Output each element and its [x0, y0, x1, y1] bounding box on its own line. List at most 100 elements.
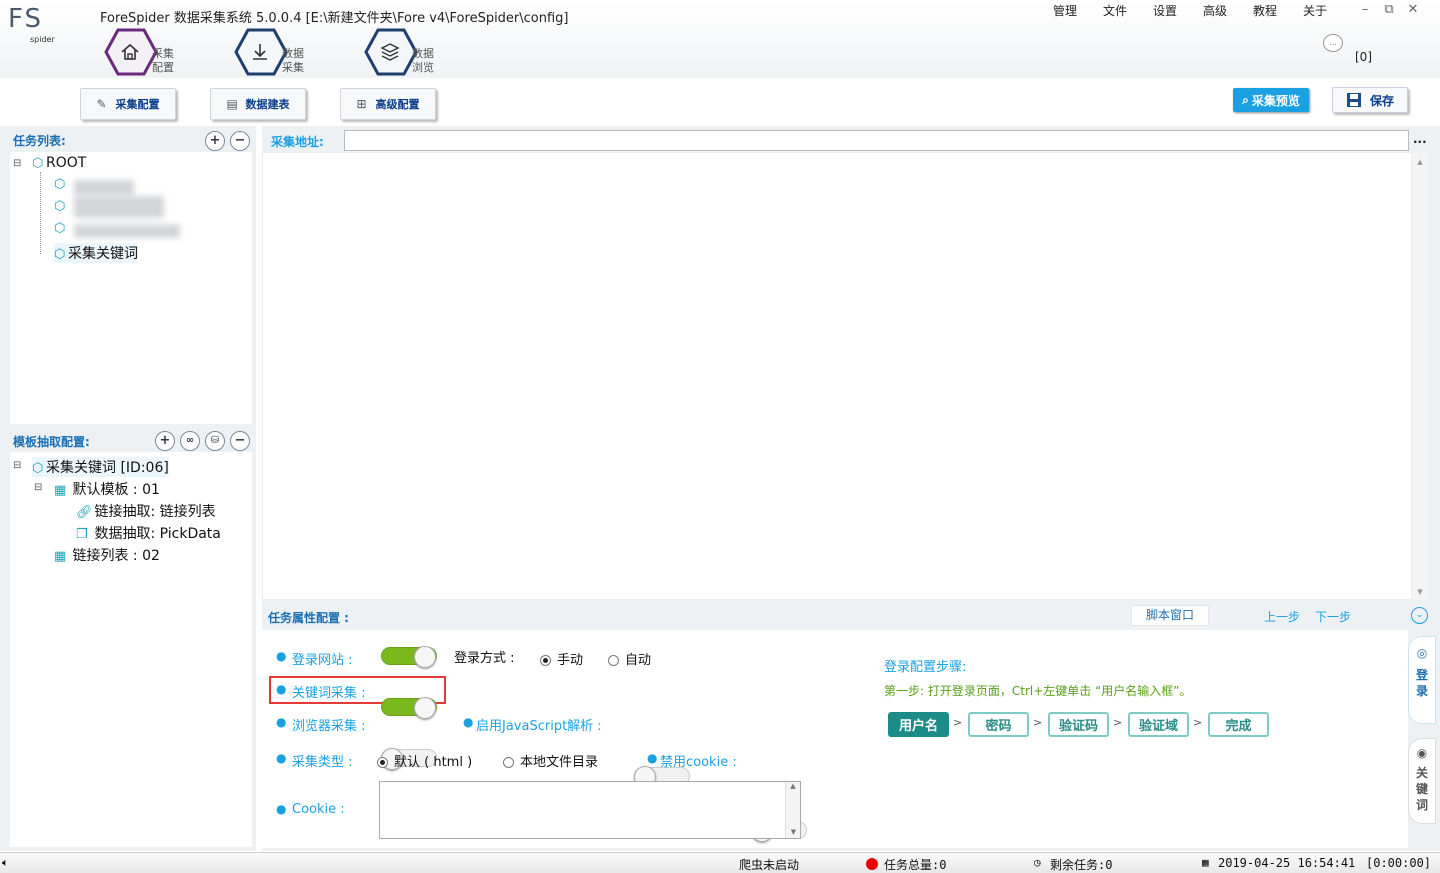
chevron-right-icon: > [1113, 716, 1123, 729]
tree-line [40, 172, 41, 254]
nav-collect-config[interactable] [104, 28, 158, 76]
next-step-link[interactable]: 下一步 [1315, 608, 1351, 625]
radio-manual[interactable]: 手动 [540, 649, 583, 668]
keyword-collect-toggle[interactable] [381, 697, 437, 719]
disable-cookie-label: 禁用cookie : [660, 755, 737, 770]
side-tab-keyword[interactable]: ◉ 关键词 [1408, 738, 1436, 824]
save-button[interactable]: 保存 [1332, 87, 1408, 113]
radio-dot [377, 757, 388, 768]
user-circle-icon: ◎ [1416, 646, 1428, 660]
save-icon [1346, 93, 1361, 107]
url-more-button[interactable]: ... [1413, 132, 1427, 146]
prev-step-link[interactable]: 上一步 [1264, 608, 1300, 625]
url-input[interactable] [344, 130, 1409, 151]
nav-collect-config-label: 采集 配置 [152, 47, 174, 74]
minimize-button[interactable]: – [1355, 2, 1375, 17]
step-finish[interactable]: 完成 [1208, 712, 1269, 737]
elapsed-time: [0:00:00] [1366, 856, 1432, 870]
status-dot-icon [866, 858, 878, 870]
collapse-icon[interactable]: ⌄ [1411, 607, 1428, 624]
expand-icon[interactable]: ⊟ [34, 482, 42, 493]
grid-icon: ⊞ [356, 96, 367, 111]
remove-task-button[interactable]: − [230, 131, 250, 151]
menu-about[interactable]: 关于 [1303, 2, 1327, 19]
cookie-textarea[interactable] [379, 781, 801, 839]
tree-root[interactable]: ⬡ ROOT [32, 155, 86, 171]
menu-manage[interactable]: 管理 [1053, 2, 1077, 19]
link-icon[interactable]: ∞ [180, 431, 200, 451]
nav-data-browse[interactable] [364, 28, 418, 76]
template-node-default[interactable]: ▦ 默认模板 : 01 [54, 479, 160, 499]
template-title: 模板抽取配置: [13, 435, 90, 449]
chevron-right-icon: > [1033, 716, 1043, 729]
scroll-up-icon[interactable]: ▲ [1412, 158, 1428, 166]
menu-advanced[interactable]: 高级 [1203, 2, 1227, 19]
bullet: ● [276, 751, 287, 765]
calendar-icon: ▦ [1202, 856, 1209, 869]
collect-config-button[interactable]: ✎ 采集配置 [80, 88, 176, 120]
scroll-down-icon[interactable]: ▼ [1412, 588, 1428, 596]
step-username[interactable]: 用户名 [888, 712, 949, 737]
login-steps-hint: 第一步: 打开登录页面，Ctrl+左键单击 “用户名输入框”。 [884, 684, 1192, 698]
template-node-data-extract[interactable]: ❒ 数据抽取: PickData [76, 523, 221, 543]
enable-js-label: 启用JavaScript解析 : [476, 719, 602, 734]
remaining-tasks: 剩余任务:0 [1050, 858, 1113, 872]
login-site-toggle[interactable] [381, 646, 437, 668]
cube-icon: ⬡ [54, 177, 66, 192]
blurred-item[interactable] [74, 196, 164, 218]
menu-tutorial[interactable]: 教程 [1253, 2, 1277, 19]
template-node-link-list[interactable]: ▦ 链接列表 : 02 [54, 545, 160, 565]
add-template-button[interactable]: + [155, 431, 175, 451]
status-datetime: 2019-04-25 16:54:41 [1218, 856, 1356, 870]
menu-file[interactable]: 文件 [1103, 2, 1127, 19]
step-password[interactable]: 密码 [968, 712, 1029, 737]
script-editor[interactable] [262, 152, 1412, 600]
speaker-icon[interactable]: 🔈︎ [2, 856, 9, 870]
collect-type-label: 采集类型 : [292, 755, 353, 770]
document-icon: ▤ [226, 96, 238, 111]
search-icon: ⌕ [1242, 92, 1249, 107]
radio-local-dir[interactable]: 本地文件目录 [503, 751, 598, 770]
side-tab-login[interactable]: ◎ 登录 [1408, 636, 1436, 724]
cube-icon: ⬡ [32, 156, 44, 171]
restore-button[interactable]: ⧉ [1379, 2, 1399, 17]
nav-data-collect[interactable] [234, 28, 288, 76]
blurred-item[interactable] [74, 224, 180, 238]
task-list-title: 任务列表: [13, 134, 66, 148]
step-captcha[interactable]: 验证码 [1048, 712, 1109, 737]
add-task-button[interactable]: + [205, 131, 225, 151]
table-icon: ▦ [54, 549, 67, 564]
remove-template-button[interactable]: − [230, 431, 250, 451]
expand-icon[interactable]: ⊟ [13, 460, 21, 471]
radio-auto[interactable]: 自动 [608, 649, 651, 668]
logo-text: FS [8, 4, 44, 34]
preview-button[interactable]: ⌕ 采集预览 [1233, 88, 1309, 112]
clock-icon: ◷ [1034, 856, 1041, 869]
spider-status: 爬虫未启动 [739, 858, 800, 872]
script-window-button[interactable]: 脚本窗口 [1131, 605, 1209, 626]
menu-settings[interactable]: 设置 [1153, 2, 1177, 19]
tree-item-keyword[interactable]: ⬡ 采集关键词 [54, 243, 138, 263]
database-icon[interactable]: ⛁ [205, 431, 225, 451]
logo-subtext: spider [30, 35, 55, 44]
step-verify-field[interactable]: 验证域 [1128, 712, 1189, 737]
radio-default-html[interactable]: 默认 ( html ) [377, 751, 472, 770]
cookie-scrollbar[interactable]: ▲ ▼ [785, 782, 800, 838]
download-icon [253, 44, 267, 60]
cube-icon: ⬡ [32, 461, 44, 476]
page-icon: ❒ [76, 527, 88, 542]
cube-icon: ⬡ [54, 247, 66, 262]
template-node-link-extract[interactable]: 🔗︎ 链接抽取: 链接列表 [76, 501, 216, 521]
chat-icon[interactable]: … [1323, 34, 1343, 52]
advanced-config-button[interactable]: ⊞ 高级配置 [340, 88, 436, 120]
close-button[interactable]: ✕ [1403, 2, 1423, 17]
blurred-item[interactable] [74, 180, 134, 196]
template-root[interactable]: ⬡ 采集关键词 [ID:06] [32, 457, 169, 477]
browser-collect-label: 浏览器采集 : [292, 719, 366, 734]
data-table-button[interactable]: ▤ 数据建表 [210, 88, 306, 120]
expand-icon[interactable]: ⊟ [13, 158, 21, 169]
compass-icon: ◉ [1416, 746, 1428, 760]
app-logo: FS spider [8, 4, 64, 44]
editor-scrollbar[interactable]: ▲ ▼ [1412, 152, 1428, 600]
login-method-label: 登录方式 : [454, 651, 515, 666]
